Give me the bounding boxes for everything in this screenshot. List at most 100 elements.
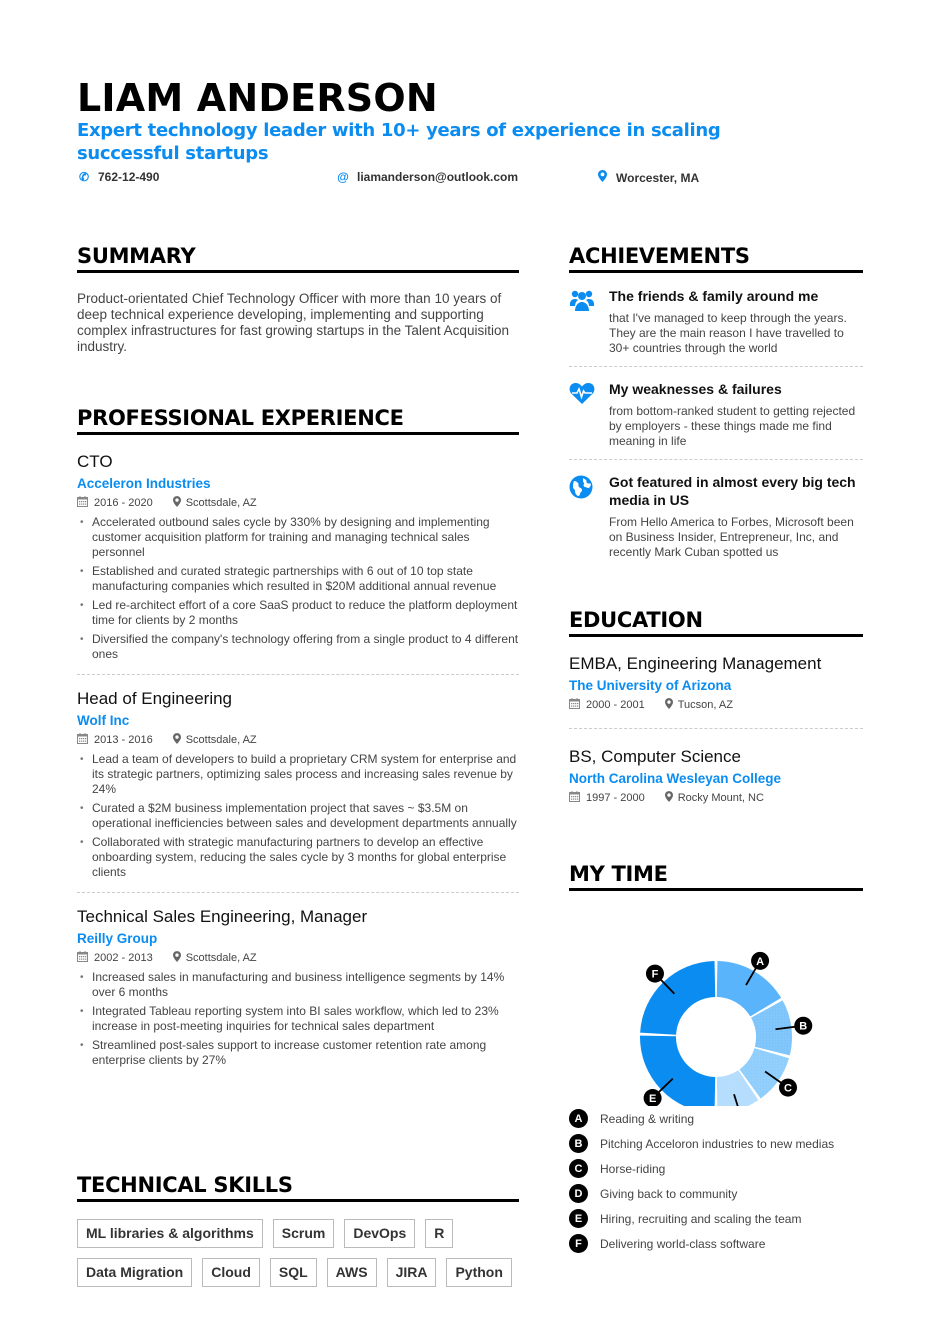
skill-tag: Cloud	[202, 1258, 260, 1287]
skill-tag: ML libraries & algorithms	[77, 1219, 263, 1248]
bullet-item: Lead a team of developers to build a pro…	[77, 752, 519, 797]
legend-item: C Horse-riding	[569, 1156, 863, 1181]
achievement-item: The friends & family around me that I've …	[569, 287, 863, 356]
job-title: Technical Sales Engineering, Manager	[77, 907, 368, 926]
achievement-title: My weaknesses & failures	[609, 381, 782, 397]
date-range: 2000 - 2001	[586, 699, 645, 711]
legend-label: Reading & writing	[600, 1111, 695, 1126]
meta-row: 2016 - 2020 Scottsdale, AZ	[77, 496, 519, 510]
legend-badge: A	[569, 1109, 588, 1128]
job-entry: Technical Sales Engineering, Manager Reil…	[77, 907, 519, 1068]
achievement-title: Got featured in almost every big tech me…	[609, 474, 856, 508]
divider	[77, 892, 519, 893]
skill-tag: R	[425, 1219, 454, 1248]
divider	[569, 459, 863, 460]
my-time-legend: A Reading & writing B Pitching Acceloron in…	[569, 1106, 863, 1256]
skill-tag: Scrum	[272, 1219, 335, 1248]
globe-icon	[569, 473, 597, 560]
tagline: Expert technology leader with 10+ years …	[77, 120, 721, 164]
calendar-icon	[77, 496, 88, 510]
location-text: Rocky Mount, NC	[677, 792, 764, 804]
legend-badge: B	[569, 1134, 588, 1153]
phone-text: 762-12-490	[98, 170, 160, 184]
meta-row: 2002 - 2013 Scottsdale, AZ	[77, 951, 519, 965]
bullet-item: Accelerated outbound sales cycle by 330%…	[77, 515, 519, 560]
map-pin-icon	[596, 170, 608, 185]
calendar-icon	[77, 733, 88, 747]
legend-badge: C	[569, 1159, 588, 1178]
calendar-icon	[569, 698, 580, 712]
experience-title: PROFESSIONAL EXPERIENCE	[77, 406, 519, 435]
candidate-name: LIAM ANDERSON	[77, 76, 438, 120]
my-time-title: MY TIME	[569, 862, 863, 891]
divider	[77, 674, 519, 675]
users-icon	[569, 287, 597, 356]
skill-tag: Data Migration	[77, 1258, 193, 1287]
slice-badge-label: E	[649, 1093, 656, 1105]
bullet-item: Established and curated strategic partne…	[77, 564, 519, 594]
date-range: 1997 - 2000	[586, 792, 645, 804]
legend-label: Giving back to community	[600, 1186, 738, 1201]
map-pin-icon	[172, 951, 181, 965]
legend-badge: D	[569, 1184, 588, 1203]
bullet-item: Led re-architect effort of a core SaaS p…	[77, 598, 519, 628]
bullet-item: Diversified the company's technology off…	[77, 632, 519, 662]
bullet-item: Streamlined post-sales support to increa…	[77, 1038, 519, 1068]
slice-badge-label: A	[756, 956, 764, 968]
meta-row: 2013 - 2016 Scottsdale, AZ	[77, 733, 519, 747]
skill-tag: SQL	[269, 1258, 317, 1287]
location-text: Scottsdale, AZ	[185, 952, 257, 964]
location-text: Tucson, AZ	[677, 699, 733, 711]
job-title: CTO	[77, 452, 113, 471]
map-pin-icon	[664, 791, 673, 805]
meta-row: 1997 - 2000 Rocky Mount, NC	[569, 791, 863, 805]
skill-tag: Python	[446, 1258, 512, 1287]
achievement-desc: that I've managed to keep through the ye…	[609, 311, 847, 355]
slice-badge-label: B	[799, 1021, 807, 1033]
job-title: Head of Engineering	[77, 689, 233, 708]
location: Scottsdale, AZ	[172, 496, 257, 510]
calendar-icon	[77, 951, 88, 965]
bullet-item: Curated a $2M business implementation pr…	[77, 801, 519, 831]
skills-section: TECHNICAL SKILLS ML libraries & algorith…	[77, 1173, 519, 1287]
company-name: Reilly Group	[77, 931, 158, 946]
job-bullets: Lead a team of developers to build a pro…	[77, 752, 519, 880]
achievement-title: The friends & family around me	[609, 288, 819, 304]
map-pin-icon	[664, 698, 673, 712]
legend-badge: F	[569, 1234, 588, 1253]
achievement-body: Got featured in almost every big tech me…	[609, 473, 863, 560]
contact-phone: ✆ 762-12-490	[78, 170, 159, 184]
school-name: North Carolina Wesleyan College	[569, 771, 782, 786]
achievement-body: My weaknesses & failures from bottom-rank…	[609, 380, 863, 449]
achievements-title: ACHIEVEMENTS	[569, 244, 863, 273]
date-range: 2016 - 2020	[94, 497, 153, 509]
education-title: EDUCATION	[569, 608, 863, 637]
slice-badge-label: C	[784, 1083, 792, 1095]
experience-section: PROFESSIONAL EXPERIENCE CTO Acceleron Ind…	[77, 406, 519, 1072]
bullet-item: Collaborated with strategic manufacturin…	[77, 835, 519, 880]
job-entry: CTO Acceleron Industries 2016 - 2020 Scotts…	[77, 452, 519, 675]
location: Tucson, AZ	[664, 698, 733, 712]
achievement-item: Got featured in almost every big tech me…	[569, 473, 863, 560]
achievement-desc: From Hello America to Forbes, Microsoft …	[609, 515, 854, 559]
summary-title: SUMMARY	[77, 244, 519, 273]
location-text: Scottsdale, AZ	[185, 497, 257, 509]
divider	[569, 366, 863, 367]
email-text[interactable]: liamanderson@outlook.com	[357, 170, 518, 184]
legend-item: B Pitching Acceloron industries to new me…	[569, 1131, 863, 1156]
degree: EMBA, Engineering Management	[569, 654, 822, 673]
education-entry: BS, Computer Science North Carolina Wesle…	[569, 747, 863, 805]
job-bullets: Increased sales in manufacturing and bus…	[77, 970, 519, 1068]
bullet-item: Increased sales in manufacturing and bus…	[77, 970, 519, 1000]
legend-badge: E	[569, 1209, 588, 1228]
location: Scottsdale, AZ	[172, 733, 257, 747]
location-text: Scottsdale, AZ	[185, 734, 257, 746]
legend-label: Horse-riding	[600, 1161, 666, 1176]
contact-email: @ liamanderson@outlook.com	[337, 170, 518, 184]
summary-text: Product-orientated Chief Technology Offi…	[77, 291, 509, 354]
meta-row: 2000 - 2001 Tucson, AZ	[569, 698, 863, 712]
divider	[569, 728, 863, 729]
legend-label: Hiring, recruiting and scaling the team	[600, 1211, 802, 1226]
achievements-section: ACHIEVEMENTS The friends & family around…	[569, 244, 863, 560]
location: Rocky Mount, NC	[664, 791, 764, 805]
